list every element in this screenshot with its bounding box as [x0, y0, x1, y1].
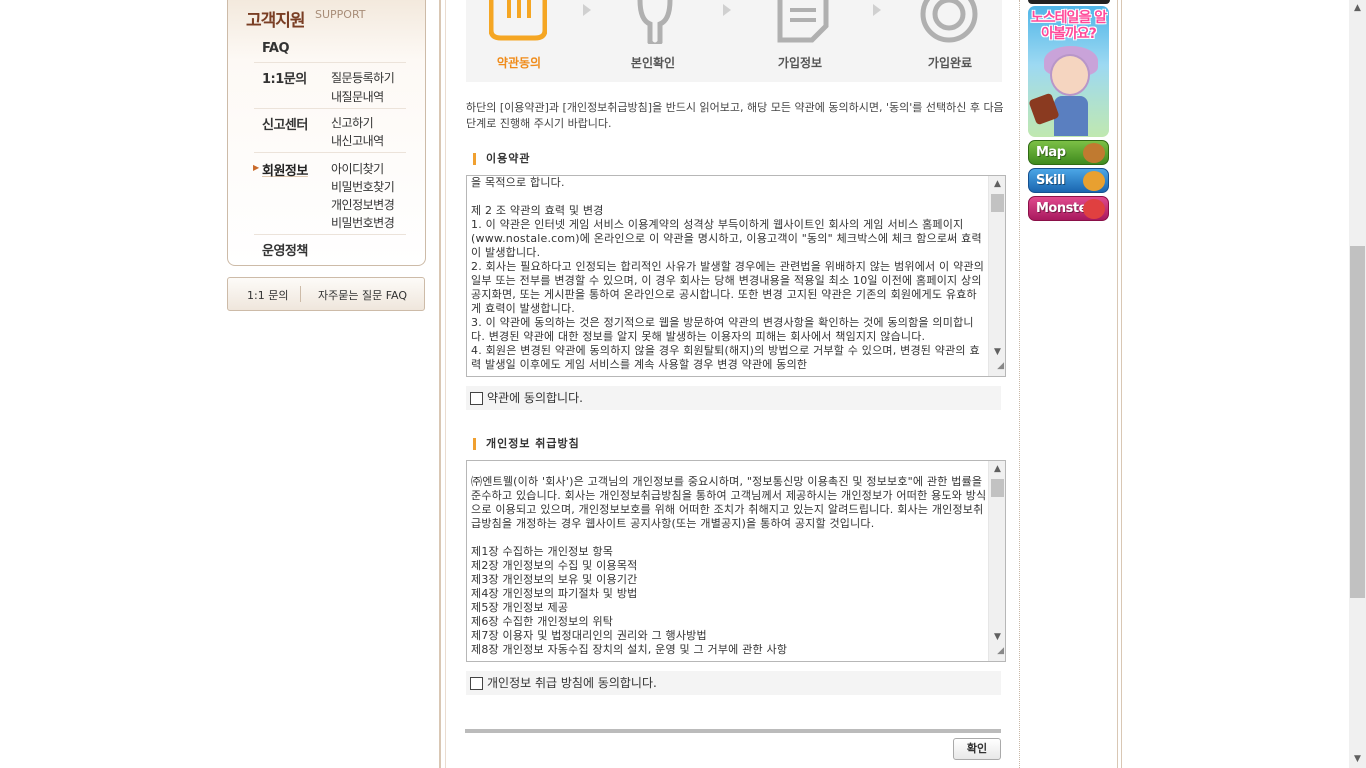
terms-agree-row: 약관에 동의합니다. [466, 386, 1001, 410]
sidebar-subtitle: SUPPORT [315, 8, 366, 21]
scroll-up-icon[interactable]: ▲ [1349, 0, 1366, 17]
bottom-divider [465, 729, 1001, 733]
menu-divider [254, 108, 406, 109]
privacy-content: ㈜엔트웰(이하 '회사')은 고객님의 개인정보를 중요시하며, "정보통신망 … [471, 475, 987, 656]
resize-grip-icon[interactable]: ◢ [989, 646, 1004, 660]
key-icon [637, 0, 673, 44]
quick-faq-button[interactable]: 자주묻는 질문 FAQ [318, 287, 407, 303]
privacy-agree-label[interactable]: 개인정보 취급 방침에 동의합니다. [487, 674, 657, 691]
page-scrollbar[interactable]: ▲ ▼ [1349, 0, 1366, 768]
privacy-scrollbar[interactable]: ▲ ▼ [988, 461, 1005, 661]
terms-content: 을 목적으로 합니다. 제 2 조 약관의 효력 및 변경 1. 이 약관은 인… [471, 176, 985, 371]
sidebar-subitem-register-question[interactable]: 질문등록하기 [331, 69, 395, 86]
sidebar-item-member[interactable]: 회원정보 [262, 160, 308, 179]
resize-grip-icon[interactable]: ◢ [989, 361, 1004, 375]
character-body [1054, 96, 1088, 136]
privacy-agree-checkbox[interactable] [470, 677, 483, 690]
sidebar-subitem-find-id[interactable]: 아이디찾기 [331, 160, 384, 177]
privacy-textarea[interactable]: ㈜엔트웰(이하 '회사')은 고객님의 개인정보를 중요시하며, "정보통신망 … [466, 460, 1006, 662]
monster-icon [1083, 199, 1105, 219]
character-face [1050, 54, 1090, 96]
step-arrow-icon [583, 4, 591, 16]
step-arrow-icon [723, 4, 731, 16]
skill-icon [1083, 171, 1105, 191]
skill-banner-label: Skill [1036, 173, 1065, 188]
skill-banner-button[interactable]: Skill [1028, 168, 1109, 193]
menu-divider [254, 62, 406, 63]
step-label-terms: 약관동의 [496, 56, 542, 70]
scroll-thumb[interactable] [991, 479, 1004, 497]
banner-main-text: 노스테일을 알아볼까요? [1030, 10, 1107, 42]
content-left-border-inner [445, 0, 446, 768]
scroll-up-icon[interactable]: ▲ [989, 176, 1005, 192]
sidebar-title: 고객지원 [246, 11, 306, 31]
map-banner-label: Map [1036, 145, 1066, 160]
support-sidebar [227, 0, 426, 266]
sidebar-subitem-report[interactable]: 신고하기 [331, 114, 374, 131]
content-left-border [439, 0, 441, 768]
menu-divider [254, 234, 406, 235]
sidebar-item-inquiry[interactable]: 1:1문의 [262, 68, 307, 87]
menu-divider [254, 152, 406, 153]
scroll-down-icon[interactable]: ▼ [989, 629, 1005, 645]
step-label-complete: 가입완료 [927, 56, 973, 70]
map-icon [1083, 143, 1105, 163]
sidebar-item-policy[interactable]: 운영정책 [262, 240, 308, 259]
document-icon [777, 0, 829, 43]
sidebar-subitem-my-questions[interactable]: 내질문내역 [331, 88, 384, 105]
privacy-section-title: 개인정보 취급방침 [473, 438, 580, 450]
step-label-info: 가입정보 [777, 56, 823, 70]
sidebar-subitem-change-password[interactable]: 비밀번호변경 [331, 214, 395, 231]
intro-text: 하단의 [이용약관]과 [개인정보취급방침]을 반드시 읽어보고, 해당 모든 … [466, 101, 1004, 130]
terms-agree-label[interactable]: 약관에 동의합니다. [487, 389, 583, 406]
scroll-down-icon[interactable]: ▼ [1349, 751, 1366, 768]
terms-section-title: 이용약관 [473, 153, 530, 165]
quick-inquiry-button[interactable]: 1:1 문의 [247, 287, 288, 303]
sidebar-item-report[interactable]: 신고센터 [262, 114, 308, 133]
banner-top-edge [1028, 0, 1110, 4]
sidebar-subitem-change-info[interactable]: 개인정보변경 [331, 196, 395, 213]
frame-right-border-outer [1121, 0, 1122, 768]
content-right-divider [1019, 0, 1020, 768]
map-banner-button[interactable]: Map [1028, 140, 1109, 165]
active-arrow-icon: ▶ [253, 163, 260, 172]
scroll-up-icon[interactable]: ▲ [989, 461, 1005, 477]
terms-scrollbar[interactable]: ▲ ▼ [988, 176, 1005, 376]
nostale-intro-banner[interactable]: 노스테일을 알아볼까요? [1028, 6, 1109, 137]
page-scroll-thumb[interactable] [1350, 246, 1365, 598]
monster-banner-button[interactable]: Monster [1028, 196, 1109, 221]
complete-circle-icon [920, 0, 978, 43]
frame-right-border [1117, 0, 1118, 768]
terms-agree-checkbox[interactable] [470, 392, 483, 405]
terms-textarea[interactable]: 을 목적으로 합니다. 제 2 조 약관의 효력 및 변경 1. 이 약관은 인… [466, 175, 1006, 377]
step-label-verify: 본인확인 [630, 56, 676, 70]
sidebar-subitem-find-password[interactable]: 비밀번호찾기 [331, 178, 395, 195]
privacy-agree-row: 개인정보 취급 방침에 동의합니다. [466, 671, 1001, 695]
confirm-button[interactable]: 확인 [953, 738, 1001, 760]
hand-icon [489, 0, 547, 41]
sidebar-item-faq[interactable]: FAQ [262, 41, 290, 56]
sidebar-subitem-my-reports[interactable]: 내신고내역 [331, 132, 384, 149]
scroll-thumb[interactable] [991, 194, 1004, 212]
scroll-down-icon[interactable]: ▼ [989, 344, 1005, 360]
quick-divider [300, 286, 301, 302]
step-arrow-icon [873, 4, 881, 16]
